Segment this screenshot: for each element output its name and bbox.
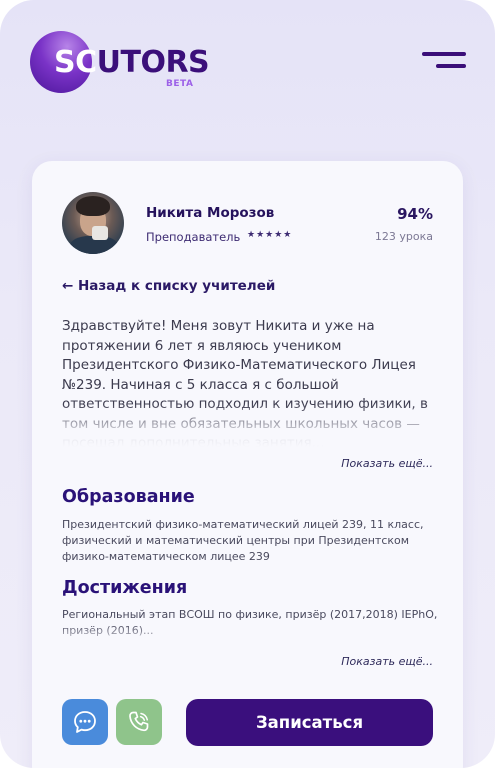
achievements-block: Региональный этап ВСОШ по физике, призёр… bbox=[62, 607, 442, 641]
avatar-cup bbox=[92, 226, 108, 240]
teacher-role: Преподаватель bbox=[146, 230, 241, 244]
teacher-percent: 94% bbox=[397, 205, 433, 223]
avatar bbox=[62, 192, 124, 254]
achievements-title: Достижения bbox=[62, 578, 188, 598]
chat-bubble-icon bbox=[74, 711, 96, 733]
bio-show-more-link[interactable]: Показать ещё... bbox=[341, 457, 433, 470]
avatar-hair bbox=[76, 196, 110, 216]
app-frame: SCUTORS BETA Никита Морозов Преподавател… bbox=[0, 0, 495, 768]
logo-text-rest: UTORS bbox=[96, 45, 210, 80]
teacher-name: Никита Морозов bbox=[146, 205, 275, 221]
phone-icon bbox=[129, 711, 149, 732]
menu-bar-bottom bbox=[436, 64, 466, 68]
teacher-card: Никита Морозов Преподаватель ★★★★★ 94% 1… bbox=[32, 161, 463, 768]
achievements-fade-overlay bbox=[62, 623, 442, 641]
logo[interactable]: SCUTORS BETA bbox=[30, 31, 210, 93]
star-rating-icon: ★★★★★ bbox=[247, 230, 293, 240]
education-text: Президентский физико-математический лице… bbox=[62, 518, 424, 563]
beta-badge: BETA bbox=[166, 79, 194, 89]
bio-fade-overlay bbox=[62, 403, 442, 447]
book-lesson-button[interactable]: Записаться bbox=[186, 699, 433, 746]
teacher-lessons-count: 123 урока bbox=[374, 230, 433, 243]
bio-block: Здравствуйте! Меня зовут Никита и уже на… bbox=[62, 317, 442, 447]
back-to-teachers-link[interactable]: ← Назад к списку учителей bbox=[62, 278, 275, 294]
chat-button[interactable] bbox=[62, 699, 108, 745]
menu-bar-top bbox=[422, 52, 466, 56]
call-button[interactable] bbox=[116, 699, 162, 745]
education-title: Образование bbox=[62, 487, 195, 507]
logo-wordmark: SCUTORS bbox=[54, 45, 210, 80]
hamburger-menu-icon[interactable] bbox=[416, 52, 466, 72]
logo-text-first: SC bbox=[54, 45, 97, 80]
achievements-show-more-link[interactable]: Показать ещё... bbox=[341, 655, 433, 668]
